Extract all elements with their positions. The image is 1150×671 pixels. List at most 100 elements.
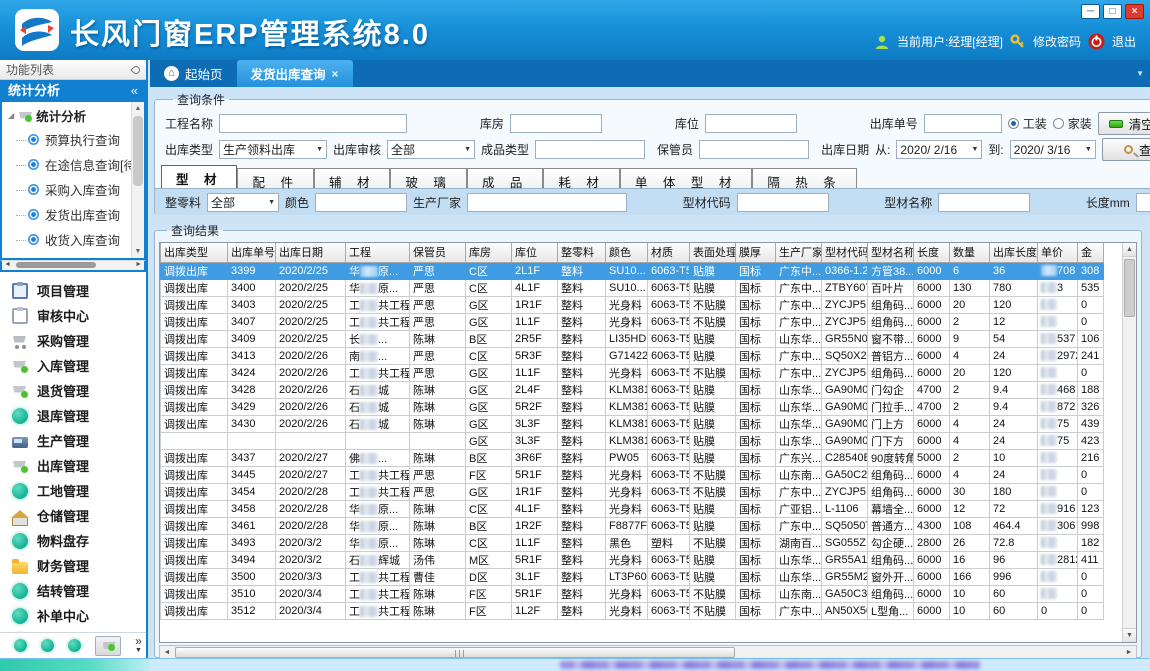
table-row[interactable]: G区3L3F整料KLM38176063-T5贴膜国标山东华...GA90M09.… [161, 432, 1104, 449]
product-type-input[interactable] [535, 140, 645, 159]
column-header[interactable]: 单价 [1038, 243, 1078, 262]
collapse-icon[interactable]: « [131, 80, 138, 102]
tab-close-icon[interactable]: × [332, 67, 339, 81]
table-row[interactable]: 调拨出库34932020/3/2华原...陈琳C区1L1F整料黑色塑料不贴膜国标… [161, 534, 1104, 551]
material-tab[interactable]: 单 体 型 材 [620, 168, 752, 188]
minimize-button[interactable]: ─ [1081, 4, 1100, 19]
tree-item[interactable]: 收货入库查询 [2, 227, 144, 252]
tree-horizontal-scrollbar[interactable]: ◄ ► [0, 260, 146, 272]
module-item[interactable]: 财务管理 [0, 553, 146, 578]
material-tab[interactable]: 辅 材 [314, 168, 390, 188]
material-tab[interactable]: 成 品 [467, 168, 543, 188]
scroll-up-icon[interactable]: ▲ [1123, 243, 1136, 257]
table-row[interactable]: 调拨出库34002020/2/25华原...严思C区4L1F整料SU10...6… [161, 279, 1104, 296]
table-row[interactable]: 调拨出库35122020/3/4工共工程陈琳F区1L2F整料光身料6063-T5… [161, 602, 1104, 619]
warehouse-input[interactable] [510, 114, 602, 133]
material-tab[interactable]: 型 材 [161, 165, 237, 188]
quick-module-icon[interactable] [41, 639, 54, 652]
table-row[interactable]: 调拨出库34282020/2/26石城陈琳G区2L4F整料KLM38176063… [161, 381, 1104, 398]
module-item[interactable]: 审核中心 [0, 303, 146, 328]
module-item[interactable]: 入库管理 [0, 353, 146, 378]
date-to-picker[interactable]: 2020/ 3/16▼ [1010, 140, 1096, 159]
tree-item[interactable]: 采购入库查询 [2, 177, 144, 202]
column-header[interactable]: 型材名称 [868, 243, 914, 262]
column-header[interactable]: 工程 [346, 243, 410, 262]
tree-item[interactable]: 发货出库查询 [2, 202, 144, 227]
table-row[interactable]: 调拨出库34302020/2/26石城陈琳G区3L3F整料KLM38176063… [161, 415, 1104, 432]
module-item[interactable]: 结转管理 [0, 578, 146, 603]
table-row[interactable]: 调拨出库34582020/2/28华原...陈琳C区4L1F整料光身料6063-… [161, 500, 1104, 517]
tree-item[interactable]: 在途信息查询[待 [2, 152, 144, 177]
maximize-button[interactable]: □ [1103, 4, 1122, 19]
more-modules-button[interactable] [95, 636, 121, 656]
table-row[interactable]: 调拨出库34372020/2/27佛...陈琳B区3R6F整料PW056063-… [161, 449, 1104, 466]
order-no-input[interactable] [924, 114, 1002, 133]
table-row[interactable]: 调拨出库34242020/2/26工共工程严思G区1L1F整料光身料6063-T… [161, 364, 1104, 381]
section-header[interactable]: 统计分析 « [0, 80, 146, 102]
scroll-up-icon[interactable]: ▲ [132, 102, 144, 115]
module-item[interactable]: 采购管理 [0, 328, 146, 353]
column-header[interactable]: 材质 [648, 243, 690, 262]
search-button[interactable]: 查 询 [1102, 138, 1150, 161]
scroll-down-icon[interactable]: ▼ [1123, 628, 1136, 642]
date-from-picker[interactable]: 2020/ 2/16▼ [896, 140, 982, 159]
column-header[interactable]: 出库单号 [228, 243, 276, 262]
keeper-input[interactable] [699, 140, 809, 159]
material-tab[interactable]: 配 件 [237, 168, 313, 188]
scroll-thumb[interactable] [133, 116, 143, 186]
column-header[interactable]: 数量 [950, 243, 990, 262]
scroll-thumb[interactable] [1124, 259, 1135, 317]
module-item[interactable]: 仓储管理 [0, 503, 146, 528]
scroll-thumb[interactable] [175, 647, 735, 658]
column-header[interactable]: 生产厂家 [776, 243, 822, 262]
tree-item[interactable]: 退货查询[待定] [2, 252, 144, 260]
outbound-type-select[interactable]: 生产领料出库▼ [219, 140, 327, 159]
tree-expander-icon[interactable]: ◢ [8, 111, 14, 120]
quick-module-icon[interactable] [14, 639, 27, 652]
column-header[interactable]: 长度 [914, 243, 950, 262]
module-item[interactable]: 出库管理 [0, 453, 146, 478]
table-row[interactable]: 调拨出库34452020/2/27工共工程严思F区5R1F整料光身料6063-T… [161, 466, 1104, 483]
tree-item[interactable]: 预算执行查询 [2, 127, 144, 152]
scroll-down-icon[interactable]: ▼ [132, 245, 144, 258]
location-input[interactable] [705, 114, 797, 133]
radio-home-install[interactable]: 家装 [1053, 115, 1092, 132]
column-header[interactable]: 出库类型 [161, 243, 228, 262]
module-item[interactable]: 生产管理 [0, 428, 146, 453]
module-item[interactable]: 项目管理 [0, 278, 146, 303]
column-header[interactable]: 出库长度 [990, 243, 1038, 262]
scroll-right-icon[interactable]: ► [135, 261, 142, 269]
tab-home[interactable]: ⌂ 起始页 [150, 60, 237, 87]
column-header[interactable]: 膜厚 [736, 243, 776, 262]
grid-vertical-scrollbar[interactable]: ▲ ▼ [1122, 243, 1136, 642]
column-header[interactable]: 颜色 [606, 243, 648, 262]
column-header[interactable]: 出库日期 [276, 243, 346, 262]
material-tab[interactable]: 耗 材 [543, 168, 619, 188]
table-row[interactable]: 调拨出库35102020/3/4工共工程陈琳F区5R1F整料光身料6063-T5… [161, 585, 1104, 602]
module-item[interactable]: 补单中心 [0, 603, 146, 628]
audit-select[interactable]: 全部▼ [387, 140, 475, 159]
table-row[interactable]: 调拨出库34942020/3/2石辉城汤伟M区5R1F整料光身料6063-T5贴… [161, 551, 1104, 568]
change-password-link[interactable]: 修改密码 [1033, 33, 1081, 50]
clear-conditions-button[interactable]: 清空条件 [1098, 112, 1150, 135]
table-row[interactable]: 调拨出库34132020/2/26南...严思C区5R3F整料G71422606… [161, 347, 1104, 364]
material-tab[interactable]: 玻 璃 [390, 168, 466, 188]
radio-work-install[interactable]: 工装 [1008, 115, 1047, 132]
pin-icon[interactable] [130, 64, 141, 75]
factory-input[interactable] [467, 193, 627, 212]
quick-module-icon[interactable] [68, 639, 81, 652]
column-header[interactable]: 型材代码 [822, 243, 868, 262]
table-row[interactable]: 调拨出库34612020/2/28华原...陈琳B区1R2F整料F8877FT6… [161, 517, 1104, 534]
table-row[interactable]: 调拨出库33992020/2/25华原...严思C区2L1F整料SU10...6… [161, 262, 1104, 279]
scroll-left-icon[interactable]: ◄ [4, 261, 11, 269]
overflow-chevron[interactable]: »▼ [135, 636, 142, 656]
tree-vertical-scrollbar[interactable]: ▲ ▼ [131, 102, 144, 258]
module-item[interactable]: 退货管理 [0, 378, 146, 403]
length-input[interactable] [1136, 193, 1150, 212]
tabbar-dropdown-icon[interactable]: ▼ [1136, 69, 1144, 78]
scroll-thumb[interactable] [16, 262, 96, 268]
column-header[interactable]: 保管员 [410, 243, 466, 262]
table-row[interactable]: 调拨出库34542020/2/28工共工程严思G区1R1F整料光身料6063-T… [161, 483, 1104, 500]
profile-code-input[interactable] [737, 193, 829, 212]
table-row[interactable]: 调拨出库34032020/2/25工共工程严思G区1R1F整料光身料6063-T… [161, 296, 1104, 313]
